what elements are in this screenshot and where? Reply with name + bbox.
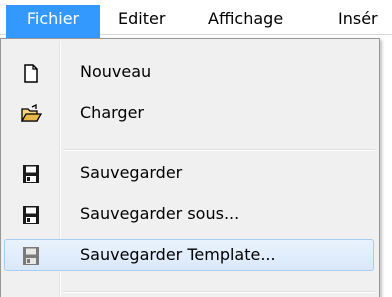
menu-item-label: Charger — [80, 103, 144, 122]
save-template-floppy-icon — [20, 246, 42, 266]
menu-editer[interactable]: Editer — [118, 5, 165, 34]
save-floppy-icon — [20, 164, 42, 184]
menu-separator — [63, 291, 375, 293]
menu-item-charger[interactable]: Charger — [4, 97, 374, 129]
new-document-icon — [20, 63, 42, 83]
open-folder-icon — [20, 103, 43, 124]
menu-item-sauvegarder-sous[interactable]: Sauvegarder sous... — [4, 198, 374, 230]
menu-item-label: Sauvegarder — [80, 163, 183, 182]
menu-item-sauvegarder[interactable]: Sauvegarder — [4, 157, 374, 189]
menu-item-sauvegarder-template[interactable]: Sauvegarder Template... — [4, 239, 374, 271]
menu-bar: Fichier Editer Affichage Insér — [0, 0, 392, 38]
menu-item-nouveau[interactable]: Nouveau — [4, 56, 374, 88]
menu-item-label: Nouveau — [80, 62, 152, 81]
menu-separator — [63, 149, 375, 151]
menu-item-label: Sauvegarder Template... — [80, 245, 276, 264]
menu-item-label: Sauvegarder sous... — [80, 204, 240, 223]
menu-fichier[interactable]: Fichier — [6, 5, 100, 38]
save-as-floppy-icon — [20, 205, 42, 225]
menu-affichage[interactable]: Affichage — [208, 5, 283, 34]
file-dropdown-menu: Nouveau Charger Sauvegarder Sauvegarder … — [0, 38, 380, 297]
menu-inserer[interactable]: Insér — [338, 5, 378, 34]
